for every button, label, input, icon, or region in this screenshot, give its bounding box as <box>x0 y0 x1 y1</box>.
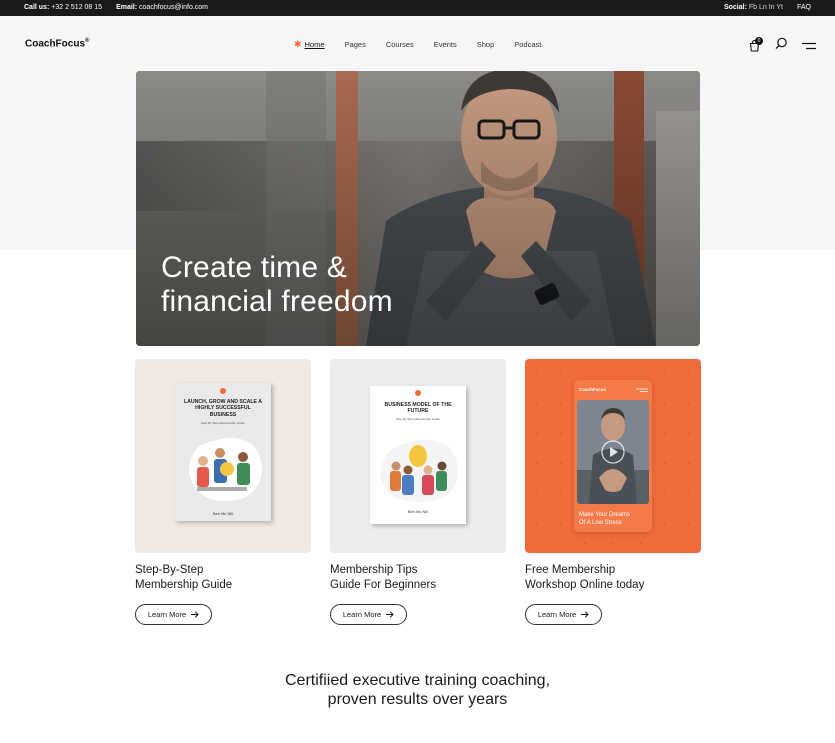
arrow-right-icon <box>191 611 199 618</box>
book-title: LAUNCH, GROW AND SCALE A HIGHLY SUCCESSF… <box>184 399 262 418</box>
card-title[interactable]: Free Membership Workshop Online today <box>525 563 701 592</box>
arrow-right-icon <box>386 611 394 618</box>
phone-logo: CoachFocus <box>579 387 607 392</box>
contact-email[interactable]: Email: coachfocus@info.com <box>116 4 208 11</box>
card-image[interactable]: BUSINESS MODEL OF THE FUTURE Step By Ste… <box>330 359 506 553</box>
top-info-bar: Call us: +32 2 512 08 15 Email: coachfoc… <box>0 0 835 16</box>
cart-icon[interactable]: 0 <box>749 37 763 52</box>
cart-count-badge: 0 <box>755 37 763 45</box>
nav-item-home[interactable]: ✱ Home <box>294 39 325 50</box>
phone-caption: Make Your Dreams Of A Low Stress <box>579 512 631 526</box>
learn-more-button[interactable]: Learn More <box>525 604 602 625</box>
card-image[interactable]: CoachFocus Make Your Dreams Of A Low Stre… <box>525 359 701 553</box>
book-title: BUSINESS MODEL OF THE FUTURE <box>384 402 452 415</box>
search-icon[interactable] <box>775 37 788 55</box>
active-star-icon: ✱ <box>294 39 302 49</box>
card-image[interactable]: LAUNCH, GROW AND SCALE A HIGHLY SUCCESSF… <box>135 359 311 553</box>
social-links[interactable]: Social: Fb Ln In Yt <box>724 4 783 11</box>
card-membership-tips: BUSINESS MODEL OF THE FUTURE Step By Ste… <box>330 359 506 625</box>
learn-more-button[interactable]: Learn More <box>135 604 212 625</box>
book-subtitle: Step By Step Membership Guide <box>201 421 245 425</box>
nav-item-podcast[interactable]: Podcast <box>514 40 541 49</box>
learn-more-button[interactable]: Learn More <box>330 604 407 625</box>
header-actions: 0 <box>749 37 816 55</box>
arrow-right-icon <box>581 611 589 618</box>
book-author: Ben Mc Nill <box>407 509 429 514</box>
faq-link[interactable]: FAQ <box>797 4 811 11</box>
phone-mockup: CoachFocus Make Your Dreams Of A Low Stre… <box>574 380 652 532</box>
card-free-workshop: CoachFocus Make Your Dreams Of A Low Stre… <box>525 359 701 625</box>
nav-item-events[interactable]: Events <box>434 40 457 49</box>
card-title[interactable]: Step-By-Step Membership Guide <box>135 563 311 592</box>
contact-phone[interactable]: Call us: +32 2 512 08 15 <box>24 4 102 11</box>
hero-banner: Create time & financial freedom <box>136 71 700 346</box>
nav-item-pages[interactable]: Pages <box>345 40 366 49</box>
hero-headline: Create time & financial freedom <box>161 251 393 318</box>
nav-item-courses[interactable]: Courses <box>386 40 414 49</box>
phone-photo <box>577 400 649 504</box>
card-title[interactable]: Membership Tips Guide For Beginners <box>330 563 506 592</box>
phone-menu-icon <box>636 388 648 392</box>
book-cover: LAUNCH, GROW AND SCALE A HIGHLY SUCCESSF… <box>175 383 271 521</box>
menu-icon[interactable] <box>802 37 816 55</box>
site-logo[interactable]: CoachFocus® <box>25 38 89 49</box>
section-heading: Certifiied executive training coaching, p… <box>284 672 551 708</box>
book-subtitle: Step By Step Membership Guide <box>396 417 440 421</box>
book-cover: BUSINESS MODEL OF THE FUTURE Step By Ste… <box>370 386 466 524</box>
main-navigation: ✱ Home Pages Courses Events Shop Podcast <box>294 39 541 50</box>
card-membership-guide: LAUNCH, GROW AND SCALE A HIGHLY SUCCESSF… <box>135 359 311 625</box>
book-author: Ben Mc Nill <box>212 511 234 516</box>
nav-item-shop[interactable]: Shop <box>477 40 495 49</box>
